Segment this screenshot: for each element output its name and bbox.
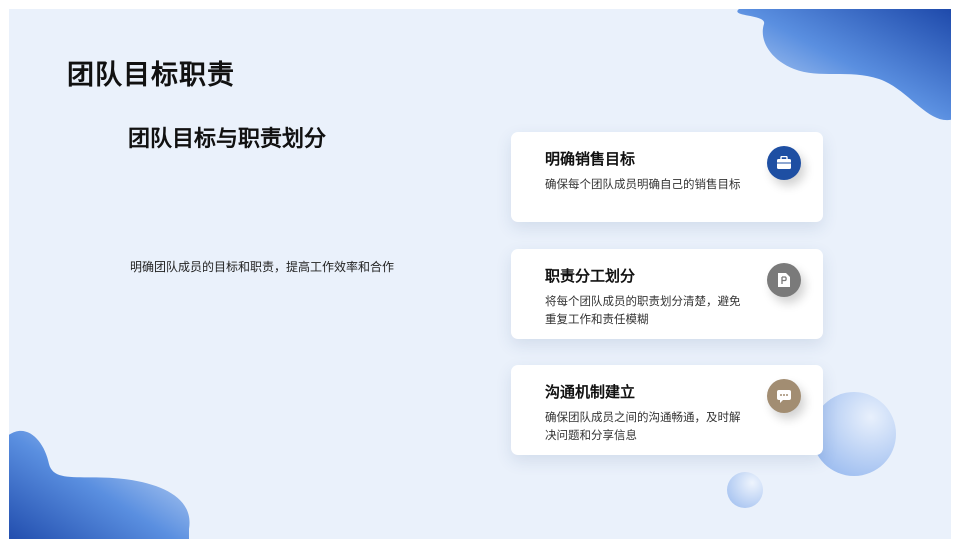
top-right-blob	[737, 9, 951, 121]
card-title: 沟通机制建立	[545, 383, 636, 401]
slide: 团队目标职责 团队目标与职责划分 明确团队成员的目标和职责，提高工作效率和合作 …	[9, 9, 951, 539]
card-title: 明确销售目标	[545, 150, 636, 168]
chat-icon	[767, 379, 801, 413]
card-role-division: 职责分工划分 将每个团队成员的职责划分清楚，避免重复工作和责任模糊	[511, 249, 823, 339]
card-description: 将每个团队成员的职责划分清楚，避免重复工作和责任模糊	[545, 294, 741, 326]
card-communication: 沟通机制建立 确保团队成员之间的沟通畅通，及时解决问题和分享信息	[511, 365, 823, 455]
section-description: 明确团队成员的目标和职责，提高工作效率和合作	[130, 260, 395, 274]
card-description: 确保团队成员之间的沟通畅通，及时解决问题和分享信息	[545, 410, 741, 442]
section-subtitle: 团队目标与职责划分	[128, 127, 327, 152]
bubble-small	[727, 472, 763, 508]
card-description: 确保每个团队成员明确自己的销售目标	[545, 177, 741, 191]
card-title: 职责分工划分	[545, 267, 636, 285]
document-icon	[767, 263, 801, 297]
bottom-left-blob	[9, 430, 190, 539]
card-sales-goal: 明确销售目标 确保每个团队成员明确自己的销售目标	[511, 132, 823, 222]
briefcase-icon	[767, 146, 801, 180]
page-title: 团队目标职责	[67, 60, 235, 91]
